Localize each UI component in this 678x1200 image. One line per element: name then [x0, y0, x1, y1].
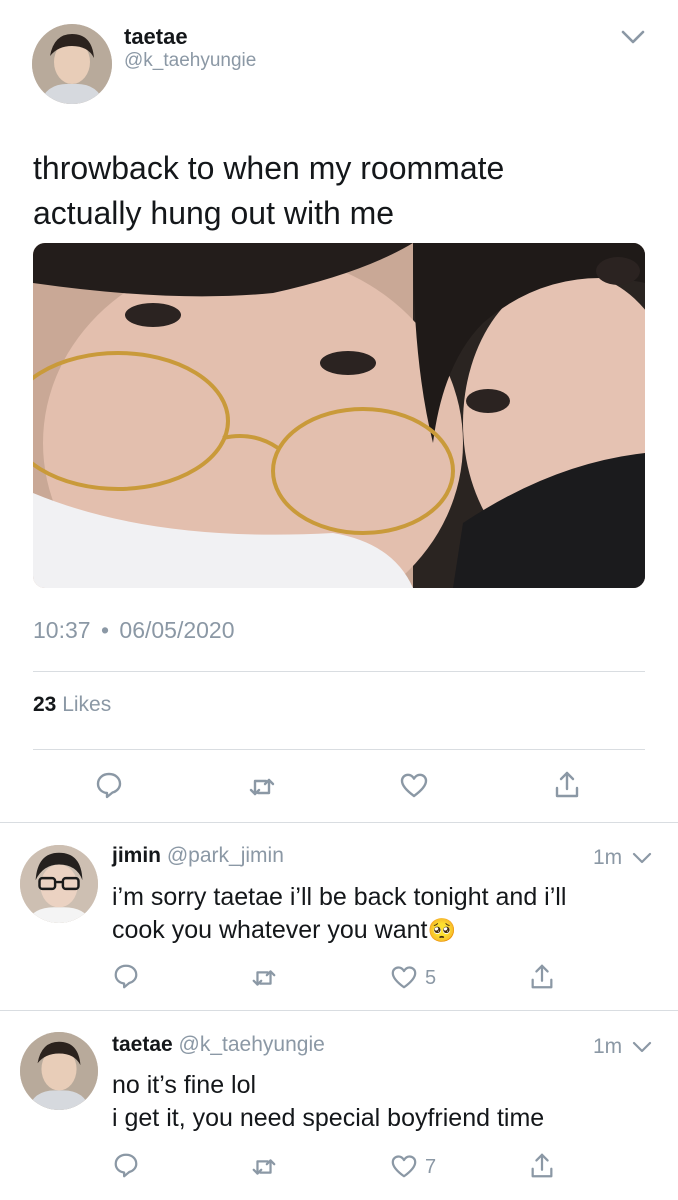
retweet-icon[interactable] — [250, 1153, 278, 1181]
main-handle[interactable]: @k_taehyungie — [124, 50, 256, 72]
tweet-text-line-2: actually hung out with me — [33, 195, 395, 231]
main-author-avatar[interactable] — [32, 24, 112, 104]
like-heart-icon[interactable] — [390, 1152, 418, 1180]
retweet-icon[interactable] — [250, 964, 278, 992]
reply-1-header: jimin @park_jimin — [112, 844, 284, 868]
reply-2-like-count: 7 — [425, 1156, 437, 1178]
reply-icon[interactable] — [94, 770, 124, 800]
tweet-timestamp[interactable]: 10:37 • 06/05/2020 — [33, 617, 235, 644]
reply-icon[interactable] — [112, 962, 140, 990]
like-heart-icon[interactable] — [399, 770, 429, 800]
reply-icon[interactable] — [112, 1151, 140, 1179]
divider — [0, 1010, 678, 1011]
reply-1-display-name[interactable]: jimin — [112, 844, 161, 867]
likes-count: 23 — [33, 693, 57, 716]
likes-summary[interactable]: 23 Likes — [33, 693, 111, 717]
divider — [33, 671, 645, 672]
reply-2-header: taetae @k_taehyungie — [112, 1033, 325, 1057]
reply-1-text: i’m sorry taetae i’ll be back tonight an… — [112, 881, 652, 948]
user-avatar-icon — [32, 24, 112, 104]
tweet-media-image[interactable] — [33, 243, 645, 588]
tweet-text: throwback to when my roommate actually h… — [33, 146, 653, 236]
tweet-date: 06/05/2020 — [119, 617, 235, 643]
reply-2-time[interactable]: 1m — [593, 1035, 622, 1059]
reply-1-text-line-1: i’m sorry taetae i’ll be back tonight an… — [112, 883, 567, 911]
chevron-down-icon[interactable] — [631, 1039, 653, 1055]
reply-2-text-line-2: i get it, you need special boyfriend tim… — [112, 1104, 545, 1132]
tweet-time: 10:37 — [33, 617, 91, 643]
likes-label: Likes — [62, 693, 112, 716]
timestamp-separator: • — [100, 617, 110, 643]
chevron-down-icon[interactable] — [620, 28, 646, 46]
tweet-text-line-1: throwback to when my roommate — [33, 150, 505, 186]
pleading-face-emoji-icon: 🥺 — [427, 918, 457, 944]
reply-1-text-line-2-content: cook you whatever you want — [112, 916, 428, 944]
main-display-name[interactable]: taetae — [124, 24, 188, 50]
divider — [0, 822, 678, 823]
user-avatar-icon — [20, 1032, 98, 1110]
share-icon[interactable] — [552, 770, 582, 800]
retweet-icon[interactable] — [247, 772, 277, 802]
divider — [33, 749, 645, 750]
reply-2-display-name[interactable]: taetae — [112, 1033, 173, 1056]
selfie-photo-icon — [33, 243, 645, 588]
like-heart-icon[interactable] — [390, 963, 418, 991]
reply-1-avatar[interactable] — [20, 845, 98, 923]
reply-1-handle[interactable]: @park_jimin — [167, 844, 284, 867]
reply-2-avatar[interactable] — [20, 1032, 98, 1110]
chevron-down-icon[interactable] — [631, 850, 653, 866]
reply-2-handle[interactable]: @k_taehyungie — [179, 1033, 325, 1056]
reply-2-text-line-1: no it’s fine lol — [112, 1071, 257, 1099]
share-icon[interactable] — [528, 1152, 556, 1180]
share-icon[interactable] — [528, 963, 556, 991]
user-avatar-icon — [20, 845, 98, 923]
reply-1-text-line-2: cook you whatever you want🥺 — [112, 914, 652, 948]
reply-1-time[interactable]: 1m — [593, 846, 622, 870]
reply-1-like-count: 5 — [425, 967, 437, 989]
reply-2-text: no it’s fine lol i get it, you need spec… — [112, 1069, 652, 1135]
